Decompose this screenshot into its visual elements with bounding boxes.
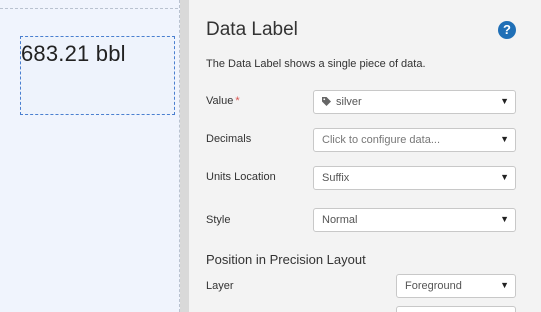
chevron-down-icon: ▼ — [500, 96, 509, 106]
value-selected: silver — [336, 96, 362, 108]
properties-panel: Data Label ? The Data Label shows a sing… — [189, 0, 541, 312]
question-circle-icon[interactable]: ? — [498, 21, 516, 39]
value-label-text: Value — [206, 95, 234, 107]
units-location-selected: Suffix — [322, 172, 350, 184]
layer-label: Layer — [206, 280, 234, 292]
units-location-label: Units Location — [206, 171, 276, 183]
value-label: Value * — [206, 95, 240, 107]
style-label: Style — [206, 214, 231, 226]
widget-value-text: 683.21 bbl — [21, 41, 126, 66]
chevron-down-icon: ▼ — [500, 214, 509, 224]
chevron-down-icon: ▼ — [500, 134, 509, 144]
decimals-label: Decimals — [206, 133, 252, 145]
layer-select[interactable]: Foreground ▼ — [396, 274, 516, 298]
style-select[interactable]: Normal ▼ — [313, 208, 516, 232]
panel-description: The Data Label shows a single piece of d… — [206, 58, 426, 70]
value-select[interactable]: silver ▼ — [313, 90, 516, 114]
data-label-widget[interactable]: 683.21 bbl — [20, 36, 175, 115]
style-selected: Normal — [322, 214, 358, 226]
precision-layout-title: Position in Precision Layout — [206, 252, 366, 267]
decimals-placeholder: Click to configure data... — [322, 134, 441, 146]
layer-selected: Foreground — [405, 280, 462, 292]
chevron-down-icon: ▼ — [500, 280, 509, 290]
design-canvas[interactable]: 683.21 bbl — [0, 0, 180, 312]
next-select-partial[interactable] — [396, 306, 516, 312]
chevron-down-icon: ▼ — [500, 172, 509, 182]
decimals-select[interactable]: Click to configure data... ▼ — [313, 128, 516, 152]
units-location-select[interactable]: Suffix ▼ — [313, 166, 516, 190]
tag-icon — [322, 97, 331, 106]
panel-title: Data Label — [206, 19, 298, 40]
required-marker: * — [235, 95, 240, 107]
panel-splitter[interactable] — [180, 0, 189, 312]
